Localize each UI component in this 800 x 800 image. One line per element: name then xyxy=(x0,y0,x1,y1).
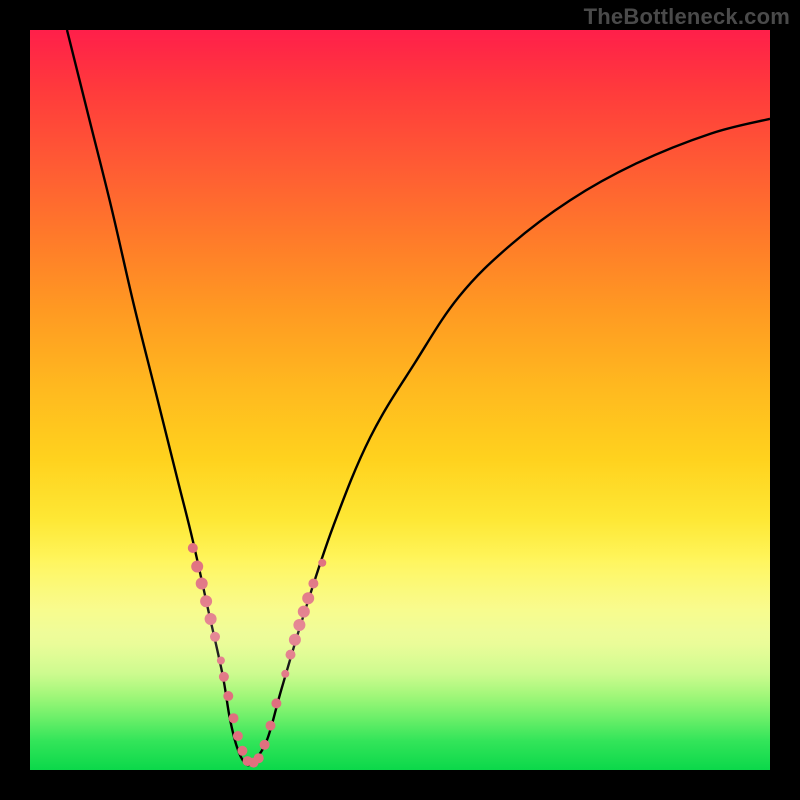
watermark-text: TheBottleneck.com xyxy=(584,4,790,30)
sample-dot xyxy=(237,746,247,756)
sample-dot xyxy=(219,672,229,682)
sample-dot xyxy=(200,595,212,607)
curve-layer xyxy=(30,30,770,770)
sample-dot xyxy=(271,698,281,708)
sample-dot xyxy=(298,606,310,618)
sample-dot xyxy=(286,650,296,660)
bottleneck-curve-path xyxy=(67,30,770,765)
sample-dot xyxy=(188,543,198,553)
sample-dot xyxy=(266,721,276,731)
sample-dot xyxy=(191,561,203,573)
sample-dot xyxy=(254,753,264,763)
sample-dot xyxy=(210,632,220,642)
sample-dot xyxy=(196,578,208,590)
sample-dot xyxy=(289,634,301,646)
dots-group xyxy=(188,543,326,768)
chart-stage: TheBottleneck.com xyxy=(0,0,800,800)
plot-area xyxy=(30,30,770,770)
sample-dot xyxy=(217,657,225,665)
sample-dot xyxy=(281,670,289,678)
sample-dot xyxy=(223,691,233,701)
sample-dot xyxy=(308,579,318,589)
sample-dot xyxy=(260,740,270,750)
sample-dot xyxy=(318,559,326,567)
sample-dot xyxy=(293,619,305,631)
sample-dot xyxy=(205,613,217,625)
sample-dot xyxy=(302,592,314,604)
sample-dot xyxy=(233,731,243,741)
sample-dot xyxy=(229,713,239,723)
